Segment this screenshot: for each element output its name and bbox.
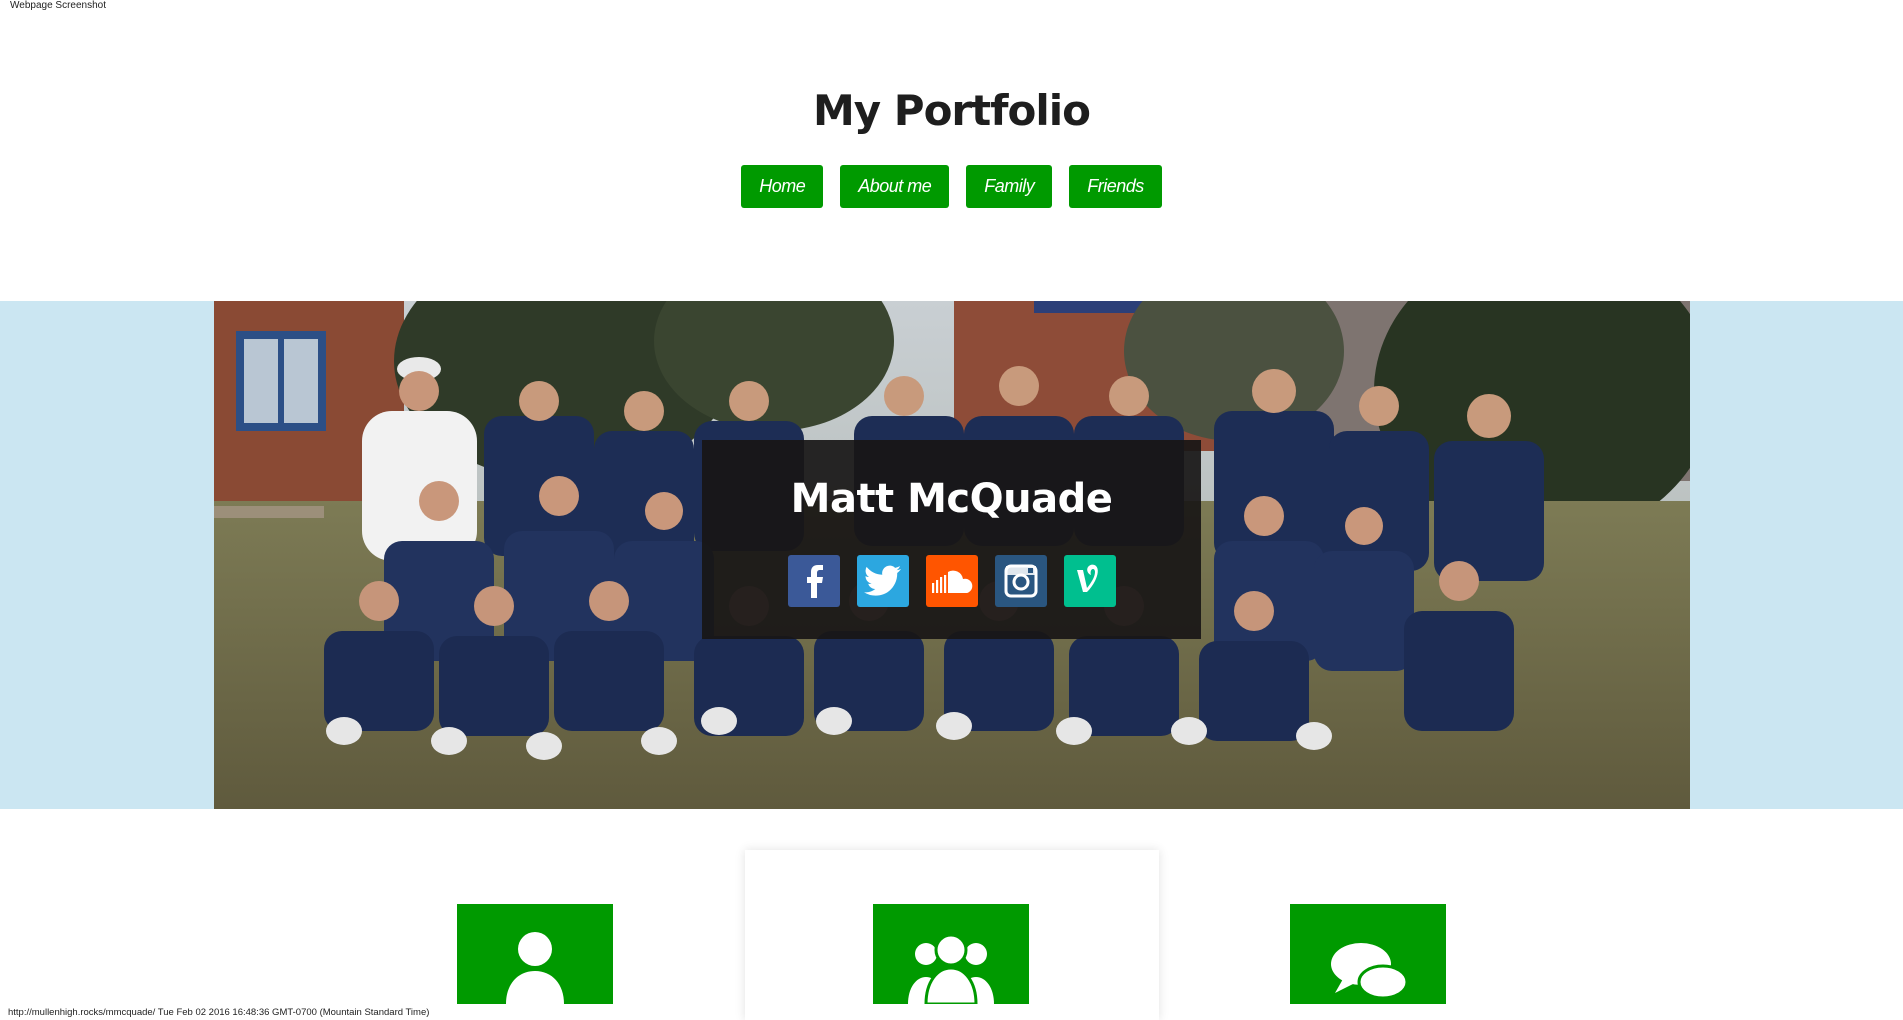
profile-name: Matt McQuade xyxy=(790,476,1113,522)
instagram-icon[interactable] xyxy=(994,555,1047,607)
screenshot-caption: Webpage Screenshot xyxy=(10,0,106,11)
nav-family-button[interactable]: Family xyxy=(966,165,1053,208)
main-nav: Home About me Family Friends xyxy=(0,165,1903,208)
social-links xyxy=(702,555,1201,607)
chat-bubbles-icon xyxy=(1290,904,1446,1004)
nav-friends-button[interactable]: Friends xyxy=(1069,165,1162,208)
profile-card: Matt McQuade xyxy=(702,440,1201,639)
screenshot-footer-url: http://mullenhigh.rocks/mmcquade/ Tue Fe… xyxy=(8,1007,430,1018)
nav-about-button[interactable]: About me xyxy=(840,165,950,208)
twitter-icon[interactable] xyxy=(856,555,909,607)
facebook-icon[interactable] xyxy=(787,555,840,607)
nav-home-button[interactable]: Home xyxy=(741,165,824,208)
person-icon xyxy=(457,904,613,1004)
group-icon xyxy=(873,904,1029,1004)
soundcloud-icon[interactable] xyxy=(925,555,978,607)
vine-icon[interactable] xyxy=(1063,555,1116,607)
site-title: My Portfolio xyxy=(813,86,1091,135)
